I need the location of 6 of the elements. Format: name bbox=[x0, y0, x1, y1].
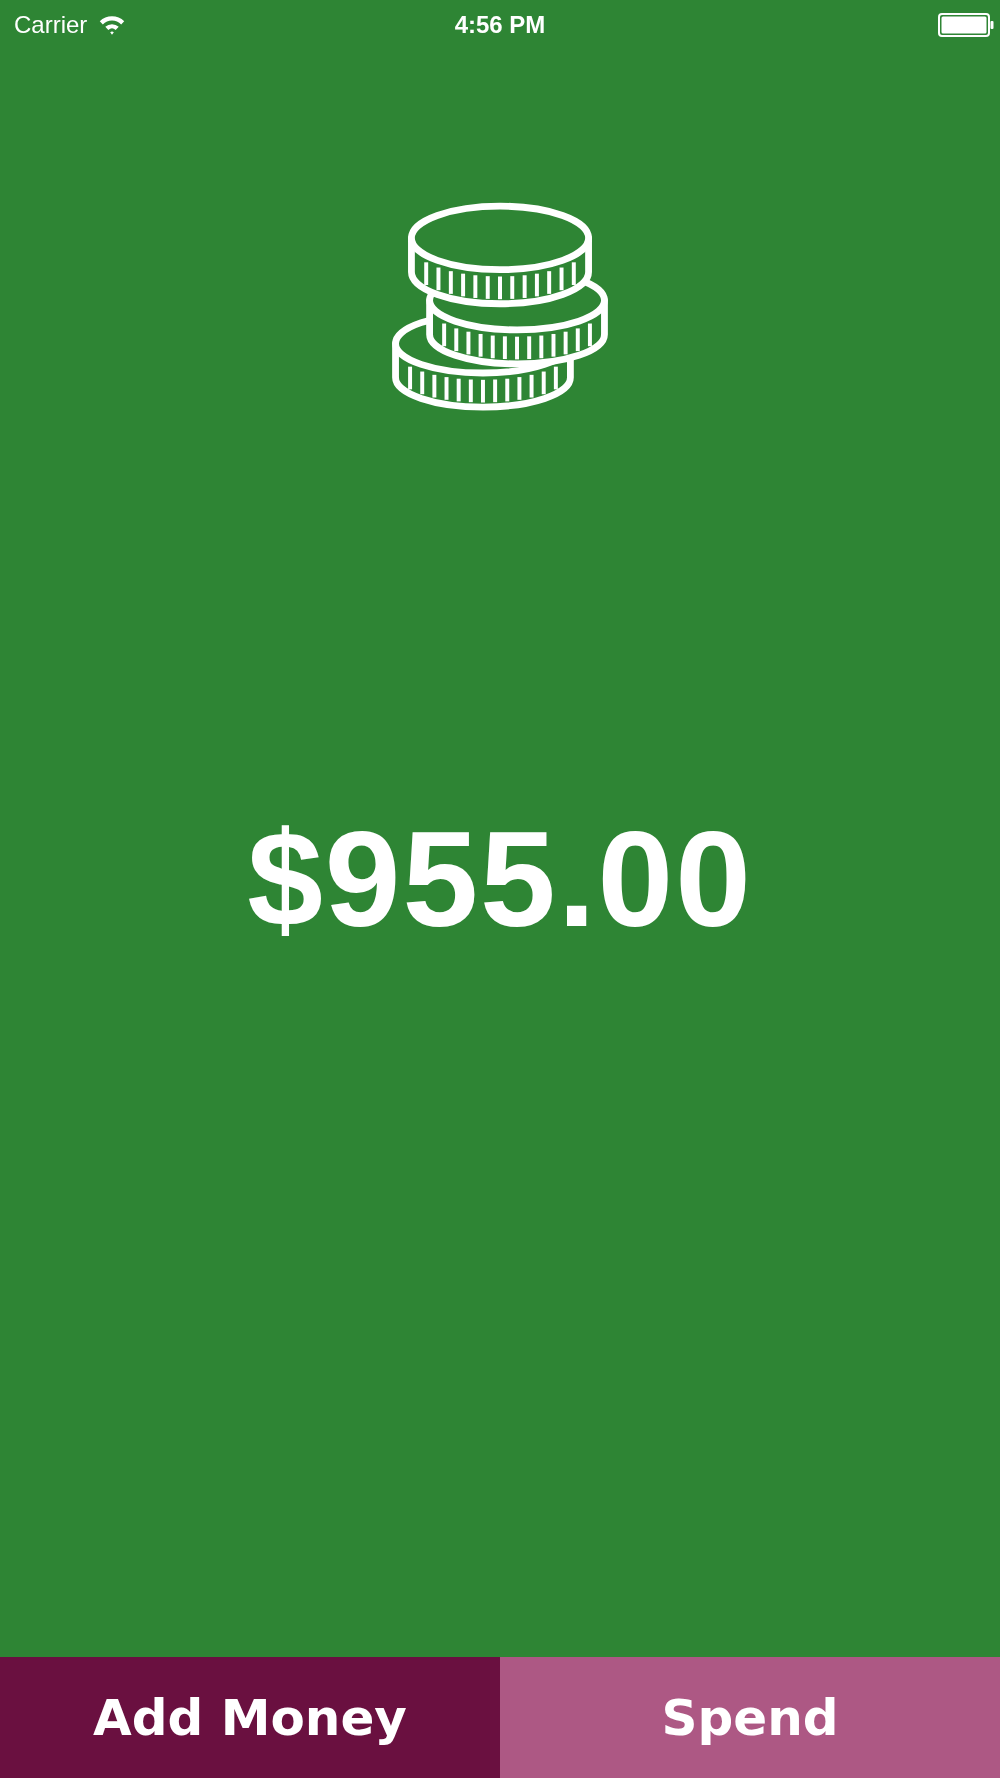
action-button[interactable]: Add Money bbox=[0, 1657, 500, 1778]
carrier-name: Carrier bbox=[14, 11, 88, 39]
balance-amount: $955.00 bbox=[247, 804, 753, 954]
status-time: 4:56 PM bbox=[453, 11, 547, 39]
action-button[interactable]: Spend bbox=[500, 1657, 1000, 1778]
battery-icon bbox=[938, 13, 994, 37]
